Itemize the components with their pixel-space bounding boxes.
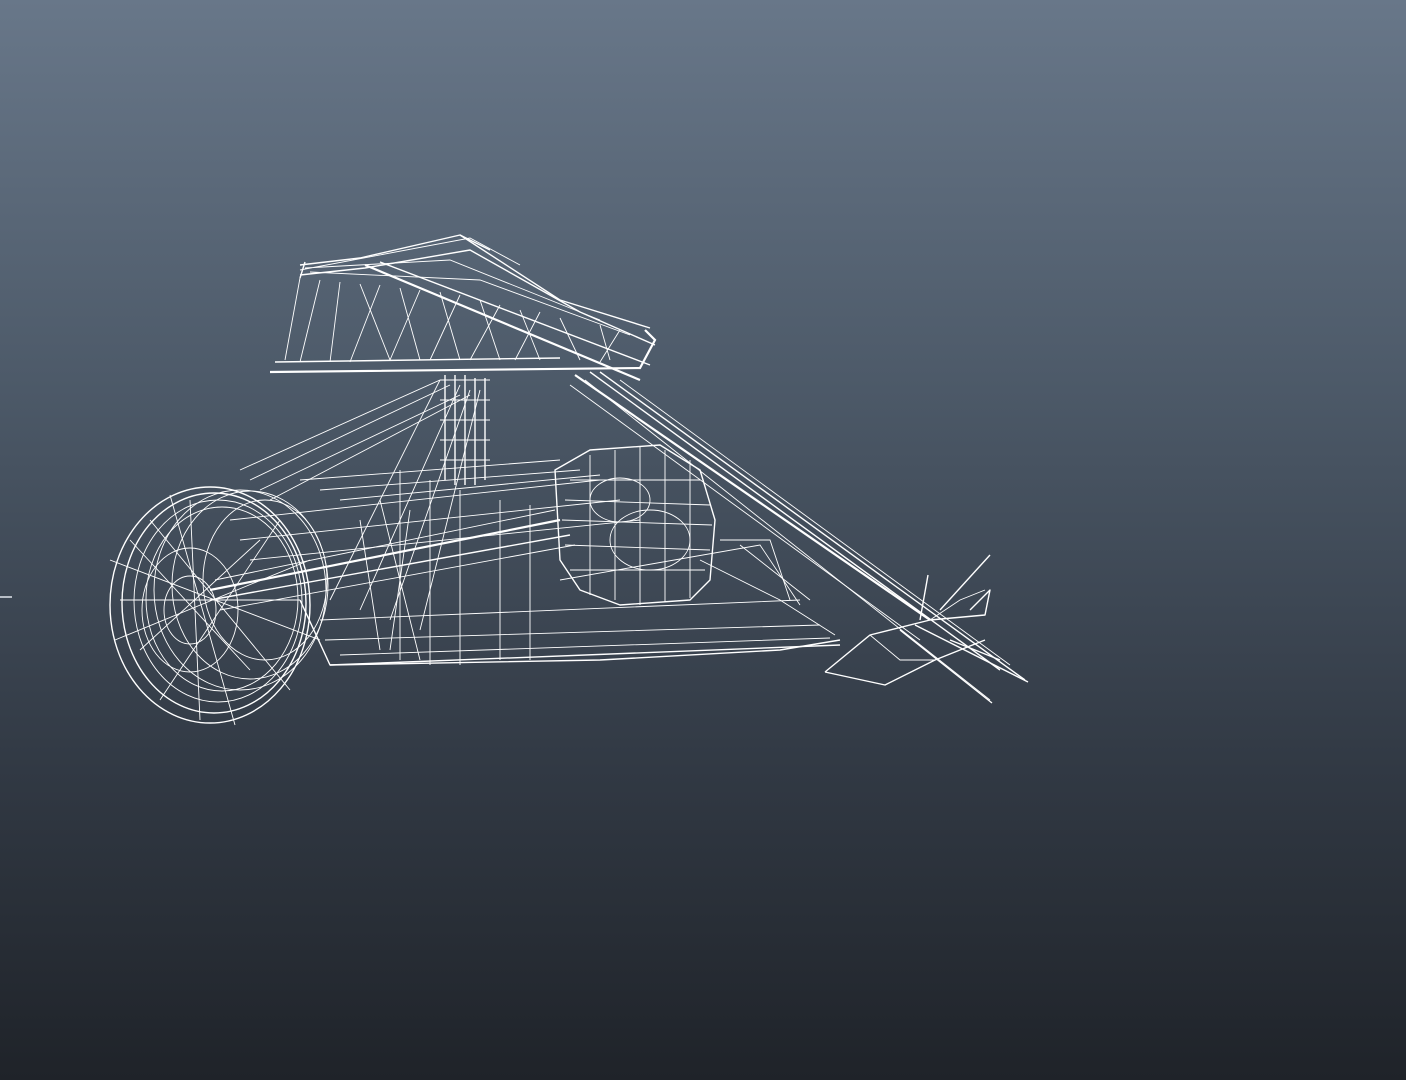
wireframe-chopper-motorcycle-icon[interactable] xyxy=(0,0,1406,1080)
lower-frame xyxy=(299,539,841,666)
engine-block xyxy=(554,444,716,606)
rear-wheel xyxy=(109,486,329,726)
3d-viewport[interactable] xyxy=(0,0,1406,1080)
front-wheel-hub xyxy=(824,554,1029,704)
swingarm xyxy=(209,509,576,611)
upper-frame xyxy=(269,234,657,382)
frame-lines xyxy=(229,379,641,665)
